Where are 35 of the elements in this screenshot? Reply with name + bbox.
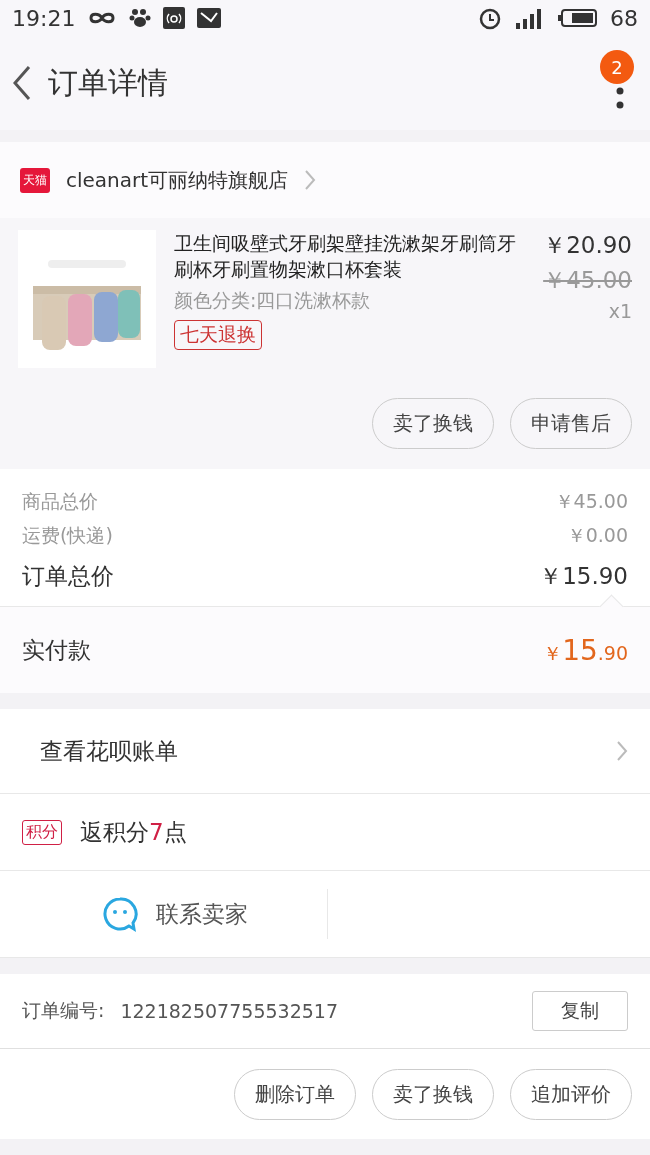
paid-label: 实付款 [22,635,91,665]
battery-icon [558,8,598,28]
alarm-icon [478,6,502,30]
summary-value: ￥0.00 [566,523,628,548]
original-price: ￥45.00 [543,266,632,295]
hotspot-icon [163,7,186,29]
chevron-icon [616,740,628,762]
summary-value: ￥45.00 [554,489,628,514]
battery-level: 68 [610,5,638,31]
chevron-icon [304,169,317,191]
points-tag: 积分 [22,819,62,845]
order-number: 122182507755532517 [120,1000,338,1022]
summary-label: 商品总价 [22,489,98,514]
summary-label: 运费(快递) [22,523,113,548]
product-variant: 颜色分类:四口洗漱杯款 [174,288,372,313]
paw-icon [129,7,152,29]
order-number-label: 订单编号: [22,998,105,1023]
store-name[interactable]: cleanart可丽纳特旗舰店 [66,166,289,194]
product-price: ￥20.90 [543,231,632,260]
chat-icon [101,896,138,932]
product-title[interactable]: 卫生间吸壁式牙刷架壁挂洗漱架牙刷筒牙刷杯牙刷置物架漱口杯套装 [174,230,522,282]
points-text: 返积分7点 [80,817,187,847]
copy-button[interactable]: 复制 [532,991,628,1031]
paid-amount: ￥15.90 [543,633,628,667]
store-tag: 天猫 [20,167,50,193]
summary-label: 订单总价 [22,562,114,591]
more-icon[interactable] [616,87,624,109]
notification-badge: 2 [600,50,634,84]
page-title: 订单详情 [48,63,168,102]
return-tag: 七天退换 [174,320,262,350]
product-quantity: x1 [608,300,632,322]
status-time: 19:21 [12,5,76,31]
huabei-row[interactable]: 查看花呗账单 [0,709,650,794]
back-icon[interactable] [12,65,32,101]
summary-value: ￥15.90 [539,562,628,591]
